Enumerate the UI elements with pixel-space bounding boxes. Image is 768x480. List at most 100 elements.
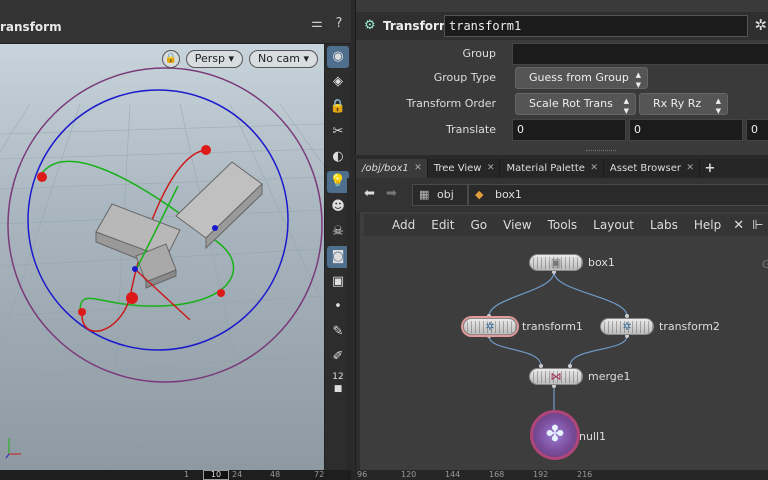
tab-tree-view-label: Tree View [433, 163, 482, 174]
pane-divider[interactable] [347, 178, 355, 470]
transform-icon: ✲ [622, 320, 632, 333]
network-editor[interactable]: Add Edit Go View Tools Layout Labs Help … [355, 212, 768, 470]
tick-96: 96 [357, 470, 368, 479]
param-row-transform-order: Transform Order Scale Rot Trans ▲ ▼ Rx Ry … [356, 93, 768, 115]
node-transform2-label: transform2 [659, 320, 720, 333]
transform-icon: ✲ [485, 320, 495, 333]
close-icon[interactable]: ✕ [487, 159, 495, 178]
current-frame-field[interactable]: 10 [203, 470, 229, 480]
translate-y-field[interactable]: 0 [629, 119, 743, 141]
view-options-icon[interactable]: ⚌ [309, 16, 325, 32]
close-icon[interactable]: ✕ [590, 159, 598, 178]
tab-obj-box1[interactable]: /obj/box1 ✕ [356, 159, 428, 178]
light-icon[interactable]: ◐ [327, 146, 349, 168]
pencil-icon[interactable]: ✎ [327, 321, 349, 343]
timeline-ruler[interactable]: 1 10 24 48 72 [0, 470, 351, 480]
lock-icon[interactable]: 🔒 [327, 96, 349, 118]
tick-48: 48 [270, 470, 281, 479]
gear-icon[interactable]: ✲ [754, 16, 767, 34]
wireframe-icon[interactable]: ◈ [327, 71, 349, 93]
transform-node-icon: ⚙ [364, 18, 376, 33]
lock-icon[interactable]: 🔒 [161, 50, 180, 68]
transform-order-menu[interactable]: Scale Rot Trans ▲ ▼ [515, 93, 636, 115]
tick-24: 24 [232, 470, 243, 479]
node-transform1[interactable]: ✲ [463, 318, 517, 335]
tab-tree-view[interactable]: Tree View ✕ [428, 159, 501, 178]
tick-144: 144 [445, 470, 461, 479]
parameter-editor: ⚙ Transform transform1 ✲ Group Group Typ… [355, 0, 768, 155]
group-type-label: Group Type [433, 71, 496, 84]
scene-viewer-pane: ransform ⚌ ? 🔒 Persp ▾ No cam ▾ ◉ ◈ 🔒 ✂ … [0, 0, 351, 470]
param-row-group: Group [356, 43, 768, 65]
frame-icon[interactable]: 12 ■ [327, 371, 349, 394]
rotation-order-menu[interactable]: Rx Ry Rz ▲ ▼ [639, 93, 728, 115]
merge-icon: ⋈ [550, 370, 562, 383]
no-cam-menu[interactable]: No cam ▾ [249, 50, 318, 68]
updown-arrow-icon: ▲ ▼ [623, 97, 629, 115]
group-label: Group [462, 47, 497, 60]
ground-grid [0, 103, 324, 470]
tab-asset-browser[interactable]: Asset Browser ✕ [604, 159, 700, 178]
node-merge1[interactable]: ⋈ [529, 368, 583, 385]
translate-label: Translate [446, 123, 496, 136]
null-icon: ✤ [545, 422, 565, 447]
translate-x-field[interactable]: 0 [512, 119, 626, 141]
group-type-menu[interactable]: Guess from Group ▲ ▼ [515, 67, 648, 89]
tick-1: 1 [184, 470, 190, 479]
viewport-header: ransform ⚌ ? [0, 0, 351, 44]
node-transform1-label: transform1 [522, 320, 583, 333]
snap-icon[interactable]: ✂ [327, 121, 349, 143]
brush-icon[interactable]: ✐ [327, 346, 349, 368]
render-icon[interactable]: ▣ [327, 271, 349, 293]
3d-viewport[interactable]: 🔒 Persp ▾ No cam ▾ [0, 44, 324, 470]
transform-order-value: Scale Rot Trans [529, 97, 613, 110]
no-cam-menu-label: No cam [258, 52, 300, 65]
bottom-timeline-strip: 96 120 144 168 192 216 [351, 470, 768, 480]
back-arrow-icon[interactable]: ⬅ [364, 186, 375, 201]
tick-120: 120 [401, 470, 417, 479]
tab-material-palette-label: Material Palette [506, 163, 585, 174]
tab-obj-box1-label: /obj/box1 [362, 163, 409, 174]
parameter-header: ⚙ Transform transform1 ✲ [356, 12, 768, 40]
path-segment-obj[interactable]: ▦ obj [412, 184, 468, 206]
point-icon[interactable]: • [327, 296, 349, 318]
add-tab-icon[interactable]: + [700, 159, 720, 178]
translate-z-field[interactable]: 0 [746, 119, 768, 141]
skull-icon[interactable]: ☠ [327, 221, 349, 243]
node-name-field[interactable]: transform1 [444, 15, 748, 37]
node-transform2[interactable]: ✲ [600, 318, 654, 335]
tick-168: 168 [489, 470, 505, 479]
group-field[interactable] [512, 43, 768, 65]
viewport-scene [0, 67, 324, 470]
viewport-camera-controls: 🔒 Persp ▾ No cam ▾ [161, 50, 318, 68]
camera-icon[interactable]: ◙ [327, 246, 349, 268]
close-icon[interactable]: ✕ [686, 159, 694, 178]
tick-72: 72 [314, 470, 325, 479]
param-row-group-type: Group Type Guess from Group ▲ ▼ [356, 67, 768, 89]
geometry-icon: ◆ [475, 188, 484, 201]
forward-arrow-icon[interactable]: ➡ [386, 186, 397, 201]
viewport-title: ransform [0, 20, 62, 34]
viewport-header-icons: ⚌ ? [309, 16, 347, 32]
node-box1[interactable]: ▣ [529, 254, 583, 271]
node-null1[interactable]: ✤ [530, 410, 580, 460]
houdini-window: ransform ⚌ ? 🔒 Persp ▾ No cam ▾ ◉ ◈ 🔒 ✂ … [0, 0, 768, 480]
display-options-icon[interactable]: ◉ [327, 46, 349, 68]
group-type-value: Guess from Group [529, 71, 629, 84]
path-segment-node[interactable]: ◆ box1 [468, 184, 768, 206]
splitter-handle[interactable] [586, 150, 616, 154]
close-icon[interactable]: ✕ [414, 159, 422, 178]
help-icon[interactable]: ? [331, 16, 347, 32]
network-edge-handle[interactable]: G [762, 258, 768, 271]
tab-asset-browser-label: Asset Browser [609, 163, 681, 174]
persp-menu-label: Persp [194, 52, 225, 65]
light-bulb-icon[interactable]: 💡 [327, 171, 349, 193]
node-box1-label: box1 [588, 256, 615, 269]
tick-192: 192 [533, 470, 549, 479]
tab-material-palette[interactable]: Material Palette ✕ [500, 159, 604, 178]
path-node-label: box1 [495, 188, 522, 201]
node-null1-label: null1 [579, 430, 607, 443]
persp-menu[interactable]: Persp ▾ [185, 50, 243, 68]
updown-arrow-icon: ▲ ▼ [715, 97, 721, 115]
ghost-icon[interactable]: ☻ [327, 196, 349, 218]
